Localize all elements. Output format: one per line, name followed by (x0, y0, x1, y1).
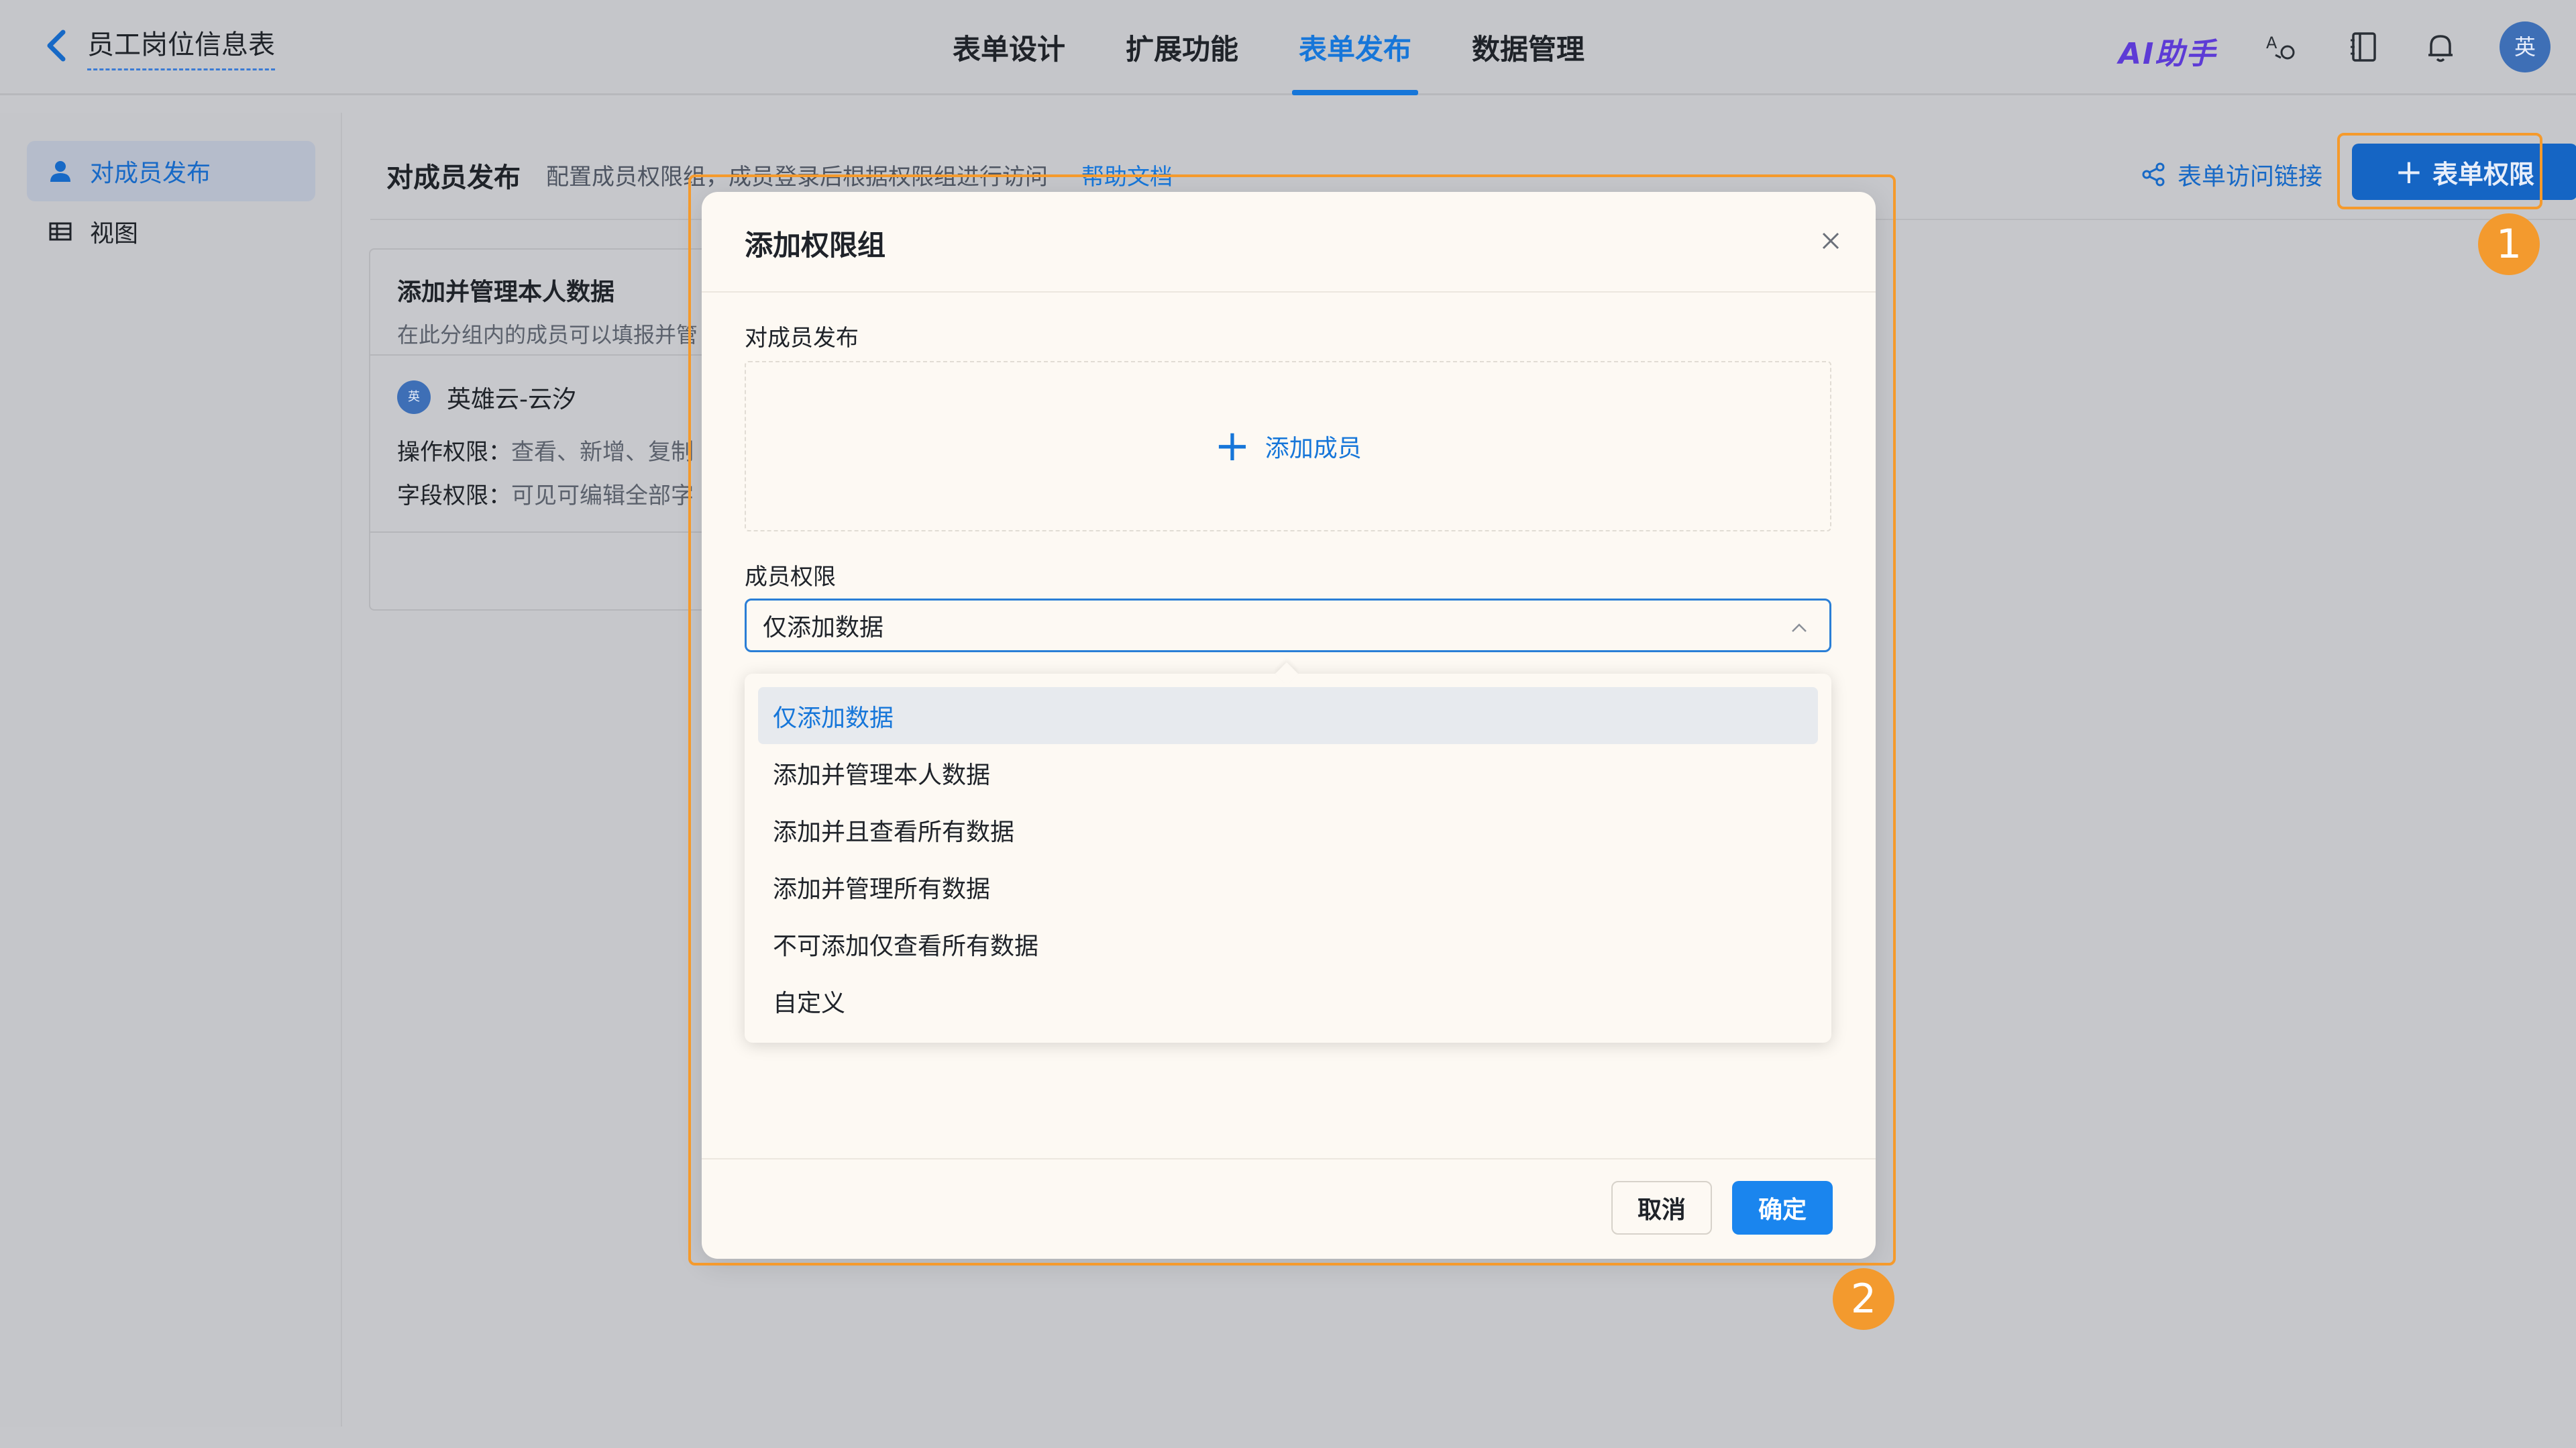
share-link-label: 表单访问链接 (2178, 163, 2323, 191)
card-title: 添加并管理本人数据 (397, 278, 615, 306)
operation-permission-row: 操作权限：查看、新增、复制 (397, 439, 694, 466)
sidebar-item-publish-to-members[interactable]: 对成员发布 (27, 141, 315, 201)
book-icon[interactable] (2345, 28, 2383, 66)
card-body: 英 英雄云-云汐 操作权限：查看、新增、复制 字段权限：可见可编辑全部字 (370, 356, 723, 534)
bell-icon[interactable] (2422, 28, 2459, 66)
card-subtitle: 在此分组内的成员可以填报并管 (397, 322, 698, 348)
top-bar: 员工岗位信息表 表单设计 扩展功能 表单发布 数据管理 AI助手 A 英 (0, 0, 2576, 95)
sidebar-item-label: 视图 (90, 220, 139, 248)
sidebar-item-label: 对成员发布 (90, 160, 211, 187)
card-footer (370, 531, 723, 533)
share-icon (2142, 162, 2165, 187)
step-badge-2: 2 (1833, 1268, 1894, 1330)
step-badge-1: 1 (2478, 213, 2540, 275)
highlight-box-2 (688, 174, 1896, 1265)
tab-form-design[interactable]: 表单设计 (946, 0, 1072, 95)
page-title: 对成员发布 (386, 162, 521, 193)
user-avatar[interactable]: 英 (2500, 21, 2551, 72)
member-avatar: 英 (397, 380, 431, 414)
sidebar: 对成员发布 视图 (0, 113, 342, 1427)
translate-icon[interactable]: A (2262, 28, 2300, 66)
svg-text:A: A (2266, 34, 2277, 52)
main-tabs: 表单设计 扩展功能 表单发布 数据管理 (946, 0, 1638, 95)
card-header: 添加并管理本人数据 在此分组内的成员可以填报并管 (370, 250, 723, 356)
ai-assistant-button[interactable]: AI助手 (2118, 30, 2216, 72)
tab-form-publish[interactable]: 表单发布 (1292, 0, 1419, 95)
back-arrow-icon[interactable] (40, 25, 74, 66)
card-member: 英 英雄云-云汐 (397, 380, 696, 415)
highlight-box-1 (2337, 133, 2542, 209)
member-name: 英雄云-云汐 (447, 386, 576, 413)
table-icon (47, 218, 74, 245)
tab-extensions[interactable]: 扩展功能 (1119, 0, 1245, 95)
permission-group-card[interactable]: 添加并管理本人数据 在此分组内的成员可以填报并管 英 英雄云-云汐 操作权限：查… (369, 248, 724, 611)
tab-data-management[interactable]: 数据管理 (1465, 0, 1591, 95)
field-permission-row: 字段权限：可见可编辑全部字 (397, 482, 694, 509)
form-access-link[interactable]: 表单访问链接 (2140, 157, 2322, 192)
user-icon (47, 158, 74, 185)
form-title[interactable]: 员工岗位信息表 (87, 23, 275, 70)
sidebar-item-views[interactable]: 视图 (27, 201, 315, 262)
